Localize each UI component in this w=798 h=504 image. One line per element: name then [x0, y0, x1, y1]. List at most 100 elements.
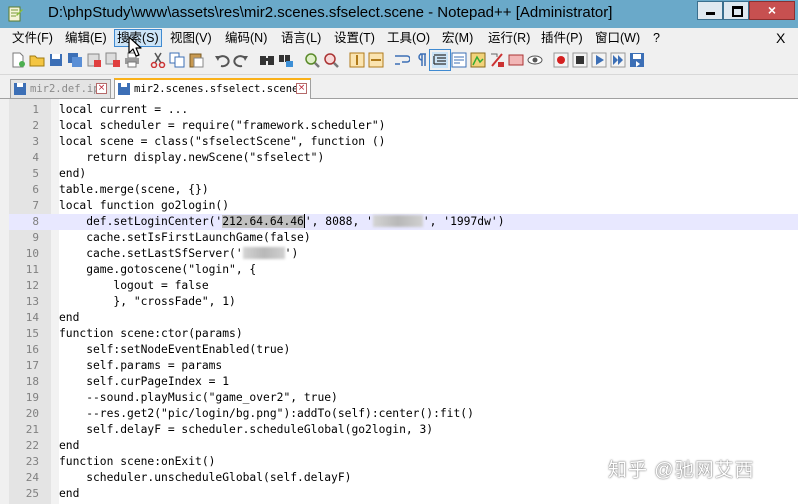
code-line[interactable]: 17 self.params = params: [9, 358, 798, 374]
code-text[interactable]: cache.setLastSfServer(' '): [59, 246, 298, 262]
code-line[interactable]: 3 local scene = class("sfselectScene", fu…: [9, 134, 798, 150]
code-line[interactable]: 7 local function go2login(): [9, 198, 798, 214]
indent-guide-icon[interactable]: [429, 49, 451, 71]
code-text[interactable]: logout = false: [59, 278, 208, 294]
zoom-out-icon[interactable]: [323, 52, 339, 68]
tab-mir2-scenes-sfselect-scene[interactable]: mir2.scenes.sfselect.scene ×: [114, 78, 311, 99]
code-text[interactable]: end: [59, 310, 79, 326]
code-text[interactable]: local current = ...: [59, 102, 188, 118]
code-text[interactable]: scheduler.unscheduleGlobal(self.delayF): [59, 470, 351, 486]
find-icon[interactable]: [259, 52, 275, 68]
save-all-icon[interactable]: [67, 52, 83, 68]
code-editor[interactable]: 1 local current = ... 2 local scheduler = r…: [0, 99, 798, 504]
show-all-chars-icon[interactable]: [413, 52, 429, 68]
function-list-icon[interactable]: [489, 52, 505, 68]
code-line[interactable]: 9 cache.setIsFirstLaunchGame(false): [9, 230, 798, 246]
close-window-button[interactable]: ×: [749, 1, 795, 20]
open-file-icon[interactable]: [29, 52, 45, 68]
undo-icon[interactable]: [214, 52, 230, 68]
cut-icon[interactable]: [150, 52, 166, 68]
tab-mir2-def-ip[interactable]: mir2.def.ip ×: [10, 79, 111, 98]
code-text[interactable]: self:setNodeEventEnabled(true): [59, 342, 290, 358]
copy-icon[interactable]: [169, 52, 185, 68]
code-line[interactable]: 19 --sound.playMusic("game_over2", true): [9, 390, 798, 406]
code-line[interactable]: 22 end: [9, 438, 798, 454]
title-bar[interactable]: D:\phpStudy\www\assets\res\mir2.scenes.s…: [0, 0, 798, 28]
menu-settings[interactable]: 设置(T): [332, 29, 377, 47]
code-line[interactable]: 12 logout = false: [9, 278, 798, 294]
minimize-button[interactable]: [697, 1, 723, 20]
code-line[interactable]: 25 end: [9, 486, 798, 502]
menu-window[interactable]: 窗口(W): [593, 29, 642, 47]
code-text[interactable]: }, "crossFade", 1): [59, 294, 235, 310]
code-line[interactable]: 21 self.delayF = scheduler.scheduleGloba…: [9, 422, 798, 438]
code-text[interactable]: end: [59, 438, 79, 454]
menu-language[interactable]: 语言(L): [279, 29, 323, 47]
code-text[interactable]: self.curPageIndex = 1: [59, 374, 229, 390]
code-line[interactable]: 18 self.curPageIndex = 1: [9, 374, 798, 390]
menu-edit[interactable]: 编辑(E): [63, 29, 109, 47]
play-macro-icon[interactable]: [591, 52, 607, 68]
code-text[interactable]: def.setLoginCenter('212.64.64.46', 8088,…: [59, 214, 505, 230]
code-text[interactable]: --res.get2("pic/login/bg.png"):addTo(sel…: [59, 406, 474, 422]
code-line[interactable]: 2 local scheduler = require("framework.sc…: [9, 118, 798, 134]
selected-text[interactable]: 212.64.64.46: [222, 215, 304, 228]
code-text[interactable]: table.merge(scene, {}): [59, 182, 209, 198]
sync-vertical-icon[interactable]: [349, 52, 365, 68]
menu-tools[interactable]: 工具(O): [385, 29, 432, 47]
close-all-icon[interactable]: [105, 52, 121, 68]
code-text[interactable]: return display.newScene("sfselect"): [59, 150, 324, 166]
code-lines[interactable]: 1 local current = ... 2 local scheduler = r…: [9, 102, 798, 502]
code-line[interactable]: 11 game.gotoscene("login", {: [9, 262, 798, 278]
menu-file[interactable]: 文件(F): [10, 29, 55, 47]
code-line[interactable]: 5 end): [9, 166, 798, 182]
code-text[interactable]: end: [59, 486, 79, 502]
close-tab-icon[interactable]: ×: [296, 83, 307, 94]
code-text[interactable]: local scene = class("sfselectScene", fun…: [59, 134, 385, 150]
doc-map-icon[interactable]: [470, 52, 486, 68]
language-icon[interactable]: [451, 52, 467, 68]
code-line[interactable]: 13 }, "crossFade", 1): [9, 294, 798, 310]
sync-horizontal-icon[interactable]: [368, 52, 384, 68]
menu-help[interactable]: ?: [651, 29, 662, 47]
code-line[interactable]: 14 end: [9, 310, 798, 326]
code-line[interactable]: 15 function scene:ctor(params): [9, 326, 798, 342]
code-text[interactable]: function scene:onExit(): [59, 454, 215, 470]
redo-icon[interactable]: [233, 52, 249, 68]
paste-icon[interactable]: [188, 52, 204, 68]
menu-run[interactable]: 运行(R): [486, 29, 532, 47]
code-text[interactable]: --sound.playMusic("game_over2", true): [59, 390, 338, 406]
replace-icon[interactable]: [278, 52, 294, 68]
code-line[interactable]: 1 local current = ...: [9, 102, 798, 118]
folder-workspace-icon[interactable]: [508, 52, 524, 68]
menu-plugins[interactable]: 插件(P): [539, 29, 585, 47]
code-line[interactable]: 6 table.merge(scene, {}): [9, 182, 798, 198]
run-macro-multiple-icon[interactable]: [610, 52, 626, 68]
close-tab-icon[interactable]: ×: [96, 83, 107, 94]
close-document-button[interactable]: X: [776, 30, 785, 46]
code-text[interactable]: local function go2login(): [59, 198, 229, 214]
monitor-icon[interactable]: [527, 52, 543, 68]
new-file-icon[interactable]: [10, 52, 26, 68]
code-line[interactable]: 20 --res.get2("pic/login/bg.png"):addTo(…: [9, 406, 798, 422]
record-macro-icon[interactable]: [553, 52, 569, 68]
close-icon[interactable]: [86, 52, 102, 68]
code-text[interactable]: game.gotoscene("login", {: [59, 262, 256, 278]
menu-encoding[interactable]: 编码(N): [223, 29, 269, 47]
save-macro-icon[interactable]: [629, 52, 645, 68]
code-text[interactable]: function scene:ctor(params): [59, 326, 243, 342]
code-line[interactable]: 10 cache.setLastSfServer(' '): [9, 246, 798, 262]
code-text[interactable]: self.params = params: [59, 358, 222, 374]
code-line[interactable]: 8 def.setLoginCenter('212.64.64.46', 808…: [9, 214, 798, 230]
code-line[interactable]: 4 return display.newScene("sfselect"): [9, 150, 798, 166]
zoom-in-icon[interactable]: [304, 52, 320, 68]
menu-view[interactable]: 视图(V): [168, 29, 214, 47]
menu-macro[interactable]: 宏(M): [440, 29, 475, 47]
save-icon[interactable]: [48, 52, 64, 68]
code-text[interactable]: self.delayF = scheduler.scheduleGlobal(g…: [59, 422, 433, 438]
stop-macro-icon[interactable]: [572, 52, 588, 68]
code-text[interactable]: cache.setIsFirstLaunchGame(false): [59, 230, 310, 246]
code-line[interactable]: 16 self:setNodeEventEnabled(true): [9, 342, 798, 358]
code-text[interactable]: local scheduler = require("framework.sch…: [59, 118, 385, 134]
code-text[interactable]: end): [59, 166, 86, 182]
